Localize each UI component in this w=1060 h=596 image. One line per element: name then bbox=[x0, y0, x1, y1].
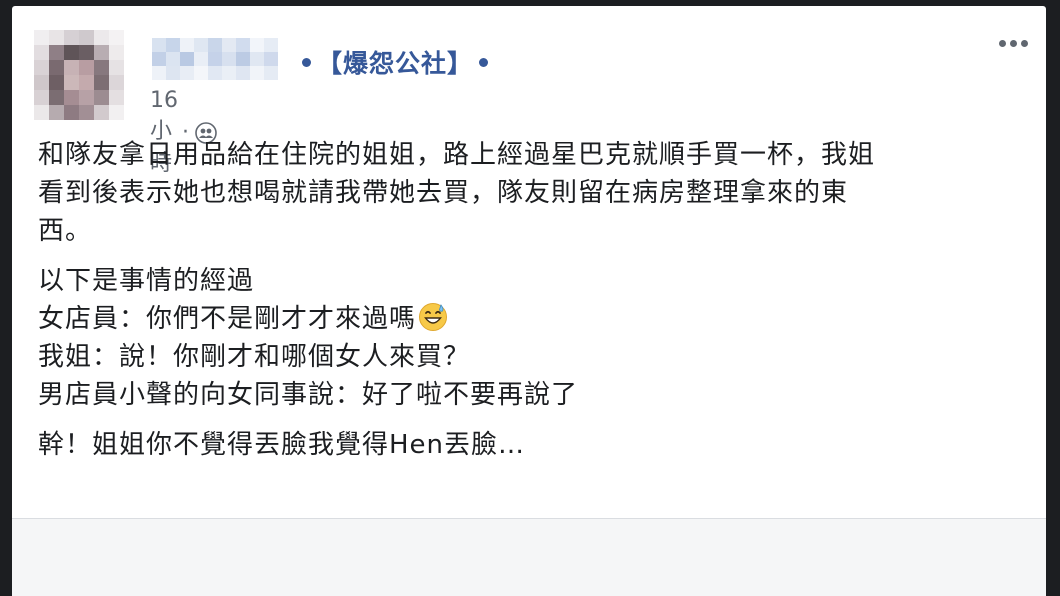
post-line-with-emoji: 女店員：你們不是剛才才來過嗎 bbox=[38, 300, 1028, 338]
post-card: 【爆怨公社】 16 小時 · 和隊友拿日用品給在住院的姐姐，路上經過星巴克就順手… bbox=[12, 6, 1046, 596]
post-paragraph: 以下是事情的經過 女店員：你們不是剛才才來過嗎 我姐：說！你剛才和哪個女人來買？… bbox=[38, 262, 1028, 414]
post-line: 女店員：你們不是剛才才來過嗎 bbox=[38, 304, 417, 334]
post-line: 和隊友拿日用品給在住院的姐姐，路上經過星巴克就順手買一杯，我姐 bbox=[38, 140, 876, 170]
post-line: 幹！姐姐你不覺得丟臉我覺得Hen丟臉… bbox=[38, 430, 526, 460]
post-line: 我姐：說！你剛才和哪個女人來買？ bbox=[38, 342, 471, 372]
group-link[interactable]: 【爆怨公社】 bbox=[296, 44, 494, 80]
more-options-icon[interactable] bbox=[999, 40, 1028, 47]
post-line: 以下是事情的經過 bbox=[38, 266, 255, 296]
author-name-blurred[interactable] bbox=[152, 38, 282, 82]
screenshot-frame: 【爆怨公社】 16 小時 · 和隊友拿日用品給在住院的姐姐，路上經過星巴克就順手… bbox=[0, 0, 1060, 596]
post-line: 男店員小聲的向女同事說：好了啦不要再說了 bbox=[38, 380, 579, 410]
group-name[interactable]: 【爆怨公社】 bbox=[317, 44, 473, 80]
post-paragraph: 幹！姐姐你不覺得丟臉我覺得Hen丟臉… bbox=[38, 426, 1028, 464]
separator-dot-icon bbox=[302, 57, 311, 67]
separator-dot-icon bbox=[479, 57, 489, 67]
post-line: 西。 bbox=[38, 216, 93, 246]
post-line: 看到後表示她也想喝就請我帶她去買，隊友則留在病房整理拿來的東 bbox=[38, 178, 849, 208]
grinning-sweat-emoji-icon bbox=[418, 302, 448, 332]
post-body: 和隊友拿日用品給在住院的姐姐，路上經過星巴克就順手買一杯，我姐 看到後表示她也想… bbox=[38, 136, 1028, 476]
post-footer bbox=[12, 519, 1046, 596]
avatar[interactable] bbox=[34, 30, 124, 120]
post-paragraph: 和隊友拿日用品給在住院的姐姐，路上經過星巴克就順手買一杯，我姐 看到後表示她也想… bbox=[38, 136, 1028, 250]
